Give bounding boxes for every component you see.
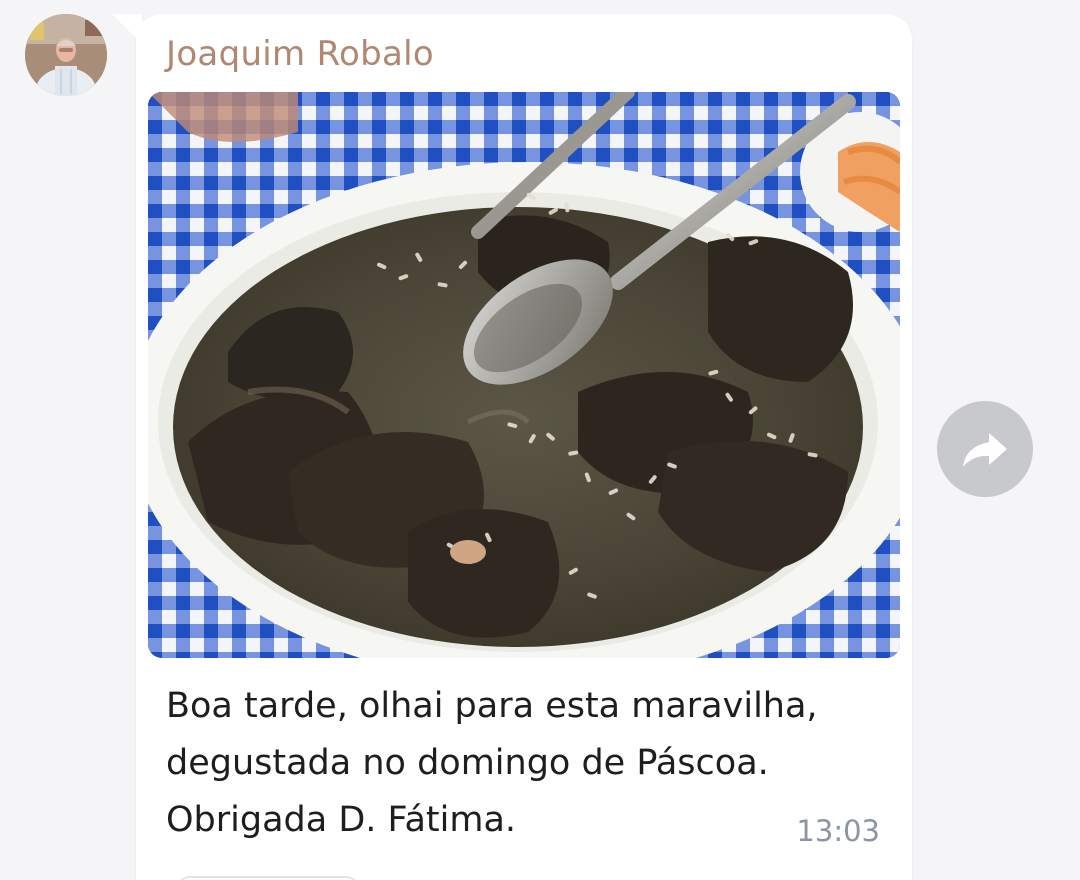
reaction-bar[interactable] (176, 876, 360, 880)
message-text: Boa tarde, olhai para esta maravilha, de… (166, 686, 818, 840)
message-photo[interactable] (148, 92, 900, 658)
sender-avatar[interactable] (25, 14, 107, 96)
message-timestamp: 13:03 (796, 814, 880, 848)
message-bubble[interactable]: Joaquim Robalo Boa tarde, olhai para est… (136, 14, 912, 880)
forward-button[interactable] (937, 401, 1033, 497)
chat-view: Joaquim Robalo Boa tarde, olhai para est… (0, 0, 1080, 880)
sender-name[interactable]: Joaquim Robalo (166, 34, 434, 74)
share-arrow-icon (963, 433, 1007, 467)
food-photo-icon (148, 92, 900, 658)
avatar-image (25, 14, 107, 96)
